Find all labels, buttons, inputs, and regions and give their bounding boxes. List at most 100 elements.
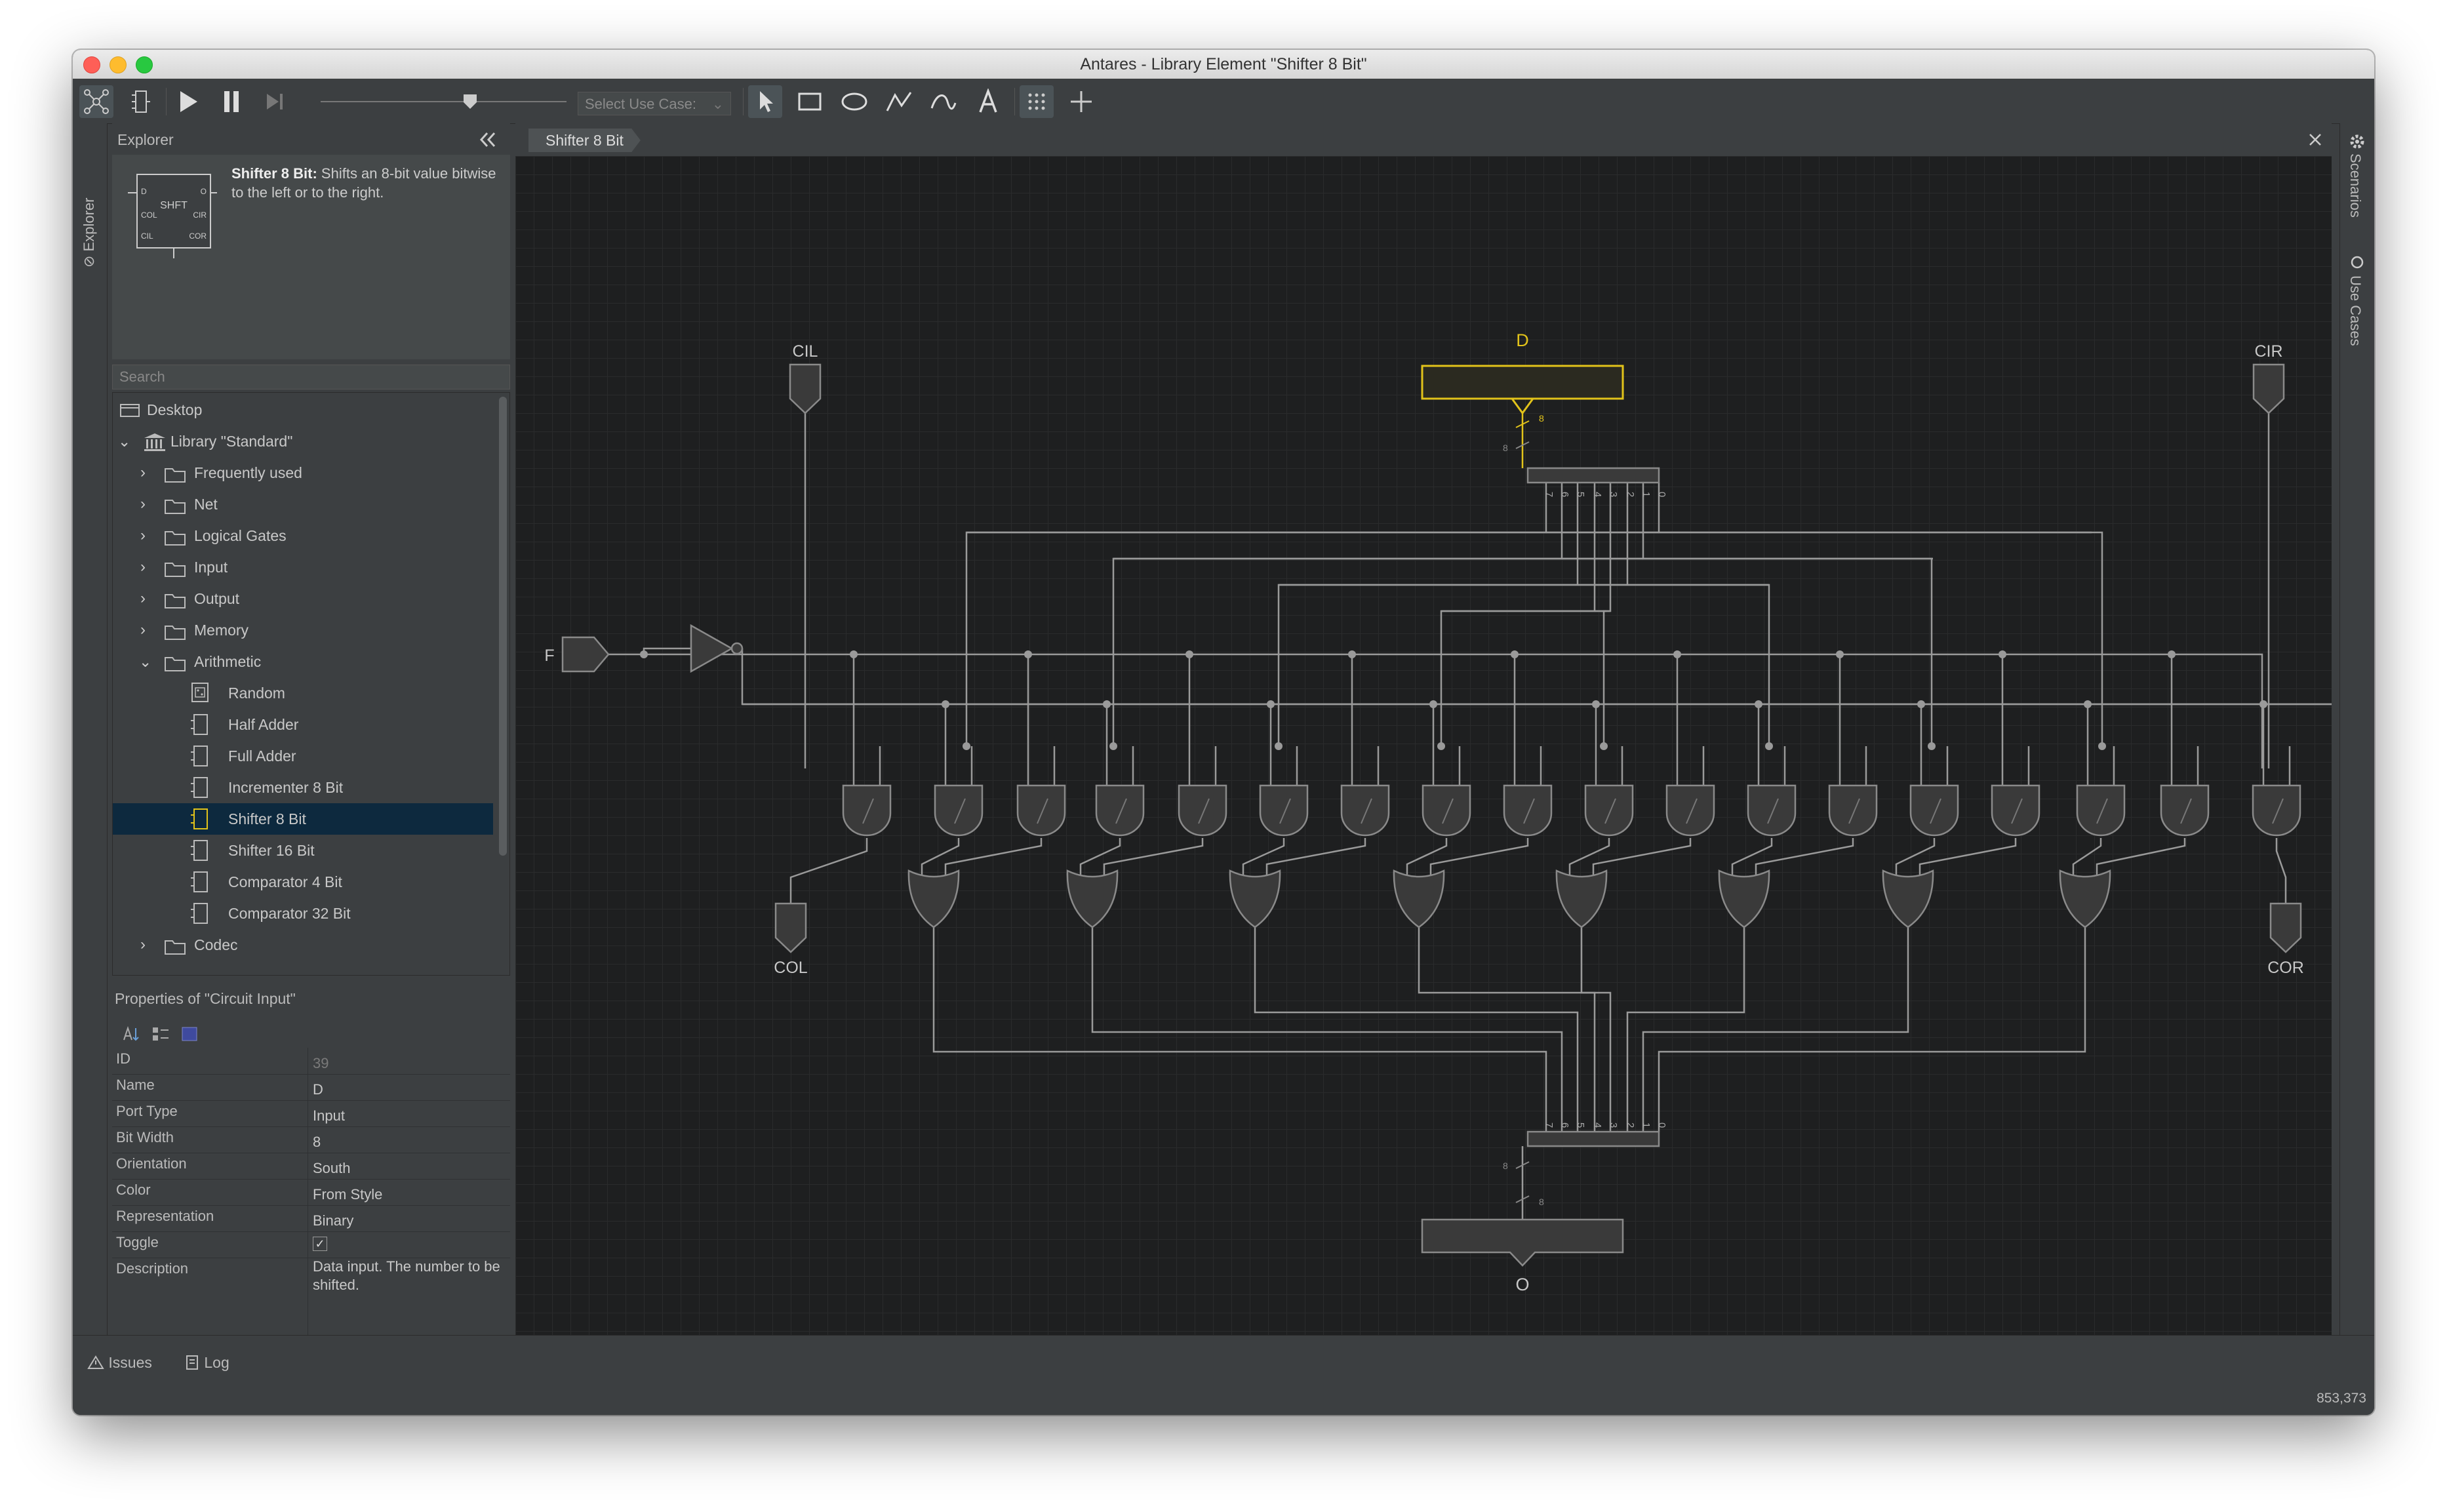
chevron-right-icon[interactable]: › [140,520,146,551]
tree-item-label: Codec [194,936,238,953]
folder-icon [165,468,186,483]
property-row[interactable]: Bit Width 8 [112,1126,510,1153]
circuit-diagram[interactable]: 776655443322110088D88OFCIL CIRCOL COR [515,156,2332,1343]
select-tool-button[interactable] [748,85,782,118]
folder-icon [165,594,186,608]
issues-tab[interactable]: Issues [87,1354,152,1372]
folder-icon [165,940,186,955]
and-gate [1747,784,1797,837]
explorer-side-tab[interactable]: ⊘ Explorer [81,198,98,268]
circuit-editor: Shifter 8 Bit 7 7 6 6 5 5 4 4 3 3 2 2 1 1 0 0 8 8 D 8 8 O F CIL… [515,123,2332,1363]
crosshair-toggle-button[interactable] [1064,85,1098,118]
element-preview: SHFT D COL CIL O CIR COR Shifter 8 Bit: … [112,155,510,359]
categorize-icon[interactable] [150,1025,170,1043]
grid-toggle-button[interactable] [1020,85,1054,118]
bit-index-label: 6 [1559,492,1570,497]
tree-item[interactable]: › Memory [113,614,493,646]
property-row[interactable]: Orientation South [112,1153,510,1180]
tree-item-label: Memory [194,622,249,639]
bit-index-label: 2 [1625,492,1636,497]
property-value: 8 [313,1134,321,1150]
use-cases-side-tab[interactable]: Use Cases [2347,275,2364,346]
wire [1254,927,1579,1132]
toggle-checkbox[interactable]: ✓ [313,1237,327,1251]
circuit-canvas[interactable]: 7 7 6 6 5 5 4 4 3 3 2 2 1 1 0 0 8 8 D 8 8 O F CIL CIR COL COR [515,156,2332,1343]
wire-tool-button[interactable] [926,85,961,118]
tree-item[interactable]: › Output [113,583,493,614]
log-tab[interactable]: Log [184,1354,229,1372]
port-d [1421,365,1624,400]
circuit-view-button[interactable] [79,85,113,118]
pause-button[interactable] [214,85,249,118]
tree-item[interactable]: Comparator 4 Bit [113,866,493,898]
property-value: Data input. The number to be shifted. [313,1258,500,1293]
component-view-button[interactable] [124,85,158,118]
and-gate [934,784,984,837]
component-icon [191,903,208,924]
ellipse-tool-button[interactable] [837,85,871,118]
tree-item[interactable]: › Net [113,488,493,520]
editor-tab-strip: Shifter 8 Bit [515,123,2332,157]
tree-item[interactable]: Desktop [113,394,493,426]
close-tab-icon[interactable] [2307,131,2324,148]
tree-item[interactable]: Shifter 8 Bit [113,803,493,835]
tree-item[interactable]: ⌄ Arithmetic [113,646,493,677]
tree-item[interactable]: › Frequently used [113,457,493,488]
port-label: CIL [793,342,818,361]
play-button[interactable] [171,85,205,118]
tree-item[interactable]: › Codec [113,929,493,961]
property-row[interactable]: Toggle ✓ [112,1231,510,1258]
junction-dot [1185,650,1193,658]
chevron-right-icon[interactable]: › [140,929,146,961]
chevron-down-icon[interactable]: ⌄ [118,426,130,457]
tree-item[interactable]: Shifter 16 Bit [113,835,493,866]
tree-scrollbar[interactable] [499,397,507,856]
and-gate [842,784,892,837]
scenarios-side-tab[interactable]: Scenarios [2347,153,2364,218]
text-tool-button[interactable] [971,85,1005,118]
chevron-right-icon[interactable]: › [140,551,146,583]
tree-item[interactable]: › Logical Gates [113,520,493,551]
color-swatch-icon[interactable] [180,1025,199,1043]
or-gate [1718,869,1770,928]
tree-item[interactable]: Half Adder [113,709,493,740]
tree-item[interactable]: Incrementer 8 Bit [113,772,493,803]
property-row[interactable]: Representation Binary [112,1205,510,1232]
chevron-right-icon[interactable]: › [140,583,146,614]
bit-index-label: 7 [1543,1123,1555,1128]
rectangle-tool-button[interactable] [793,85,827,118]
chevron-down-icon[interactable]: ⌄ [139,646,151,677]
property-row[interactable]: Name D [112,1074,510,1101]
and-gate [1991,784,2040,837]
and-gate [2076,784,2126,837]
and-gate [1178,784,1227,837]
tree-item[interactable]: ⌄ Library "Standard" [113,426,493,457]
folder-icon [165,626,186,640]
port-label: 8 [1503,1161,1508,1171]
network-icon [84,89,109,114]
tree-item[interactable]: Full Adder [113,740,493,772]
simulation-speed-slider[interactable] [321,101,567,102]
symbol-pin-o: O [201,187,207,196]
wire [932,927,1547,1132]
chevron-right-icon[interactable]: › [140,614,146,646]
random-icon [191,683,209,702]
polyline-tool-button[interactable] [882,85,916,118]
tree-item[interactable]: › Input [113,551,493,583]
property-row[interactable]: ID 39 [112,1048,510,1075]
circuit-port [774,902,807,953]
property-row[interactable]: Description Data input. The number to be … [112,1258,510,1337]
collapse-panel-icon[interactable] [477,130,499,149]
sort-alpha-icon[interactable] [121,1025,141,1043]
property-row[interactable]: Port Type Input [112,1100,510,1127]
step-button[interactable] [258,85,292,118]
tree-item[interactable]: Random [113,677,493,709]
slider-thumb-icon[interactable] [462,93,478,110]
tree-item[interactable]: Comparator 32 Bit [113,898,493,929]
search-input[interactable]: Search [112,365,510,389]
chevron-right-icon[interactable]: › [140,488,146,520]
editor-tab-shifter[interactable]: Shifter 8 Bit [528,129,641,152]
use-case-select[interactable]: Select Use Case: ⌄ [578,92,731,115]
property-row[interactable]: Color From Style [112,1179,510,1206]
chevron-right-icon[interactable]: › [140,457,146,488]
